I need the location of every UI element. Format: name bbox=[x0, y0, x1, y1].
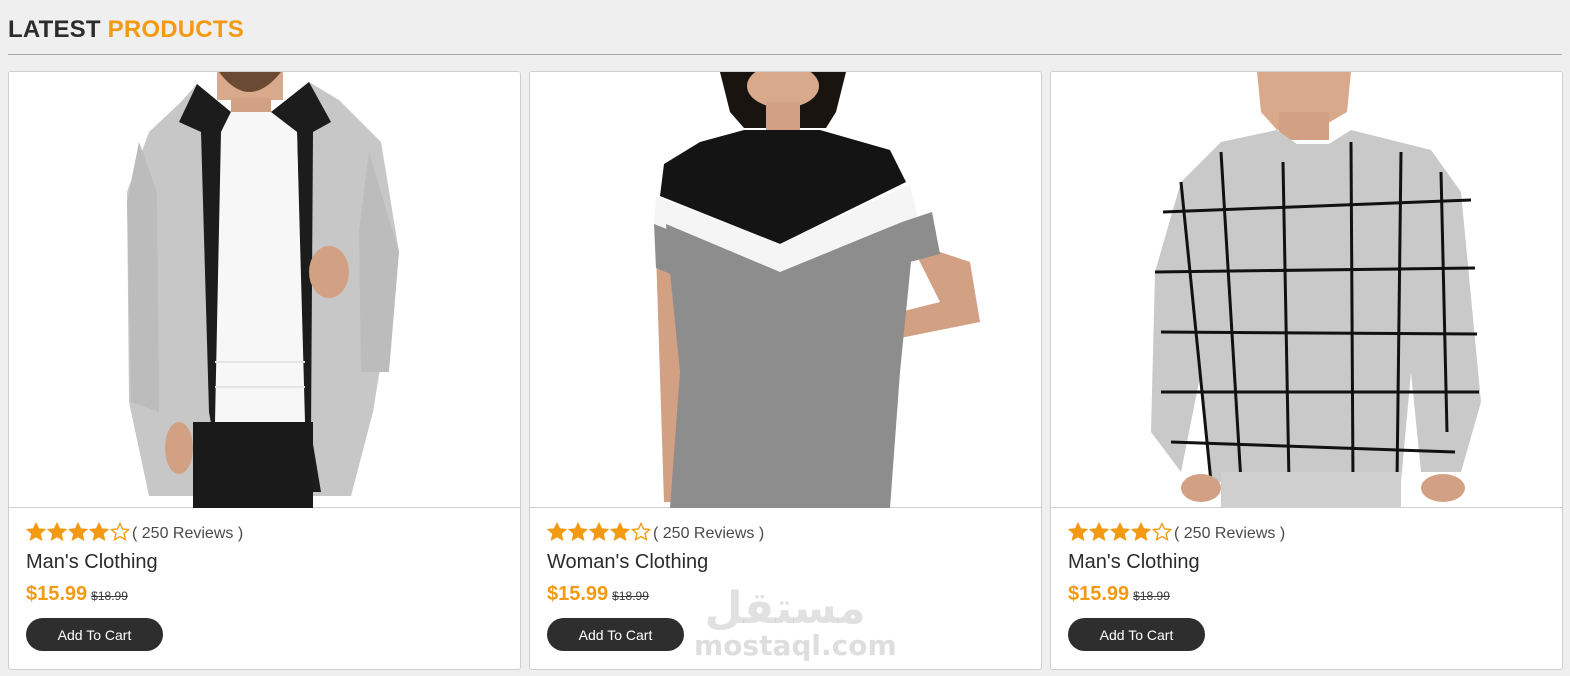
price-row: $15.99 $18.99 bbox=[26, 583, 503, 606]
section-title: LATEST PRODUCTS bbox=[8, 14, 1562, 46]
star-outline-icon bbox=[1152, 521, 1172, 541]
star-filled-icon bbox=[1131, 521, 1151, 541]
product-old-price: $18.99 bbox=[91, 589, 128, 603]
man-grid-sweater-photo bbox=[1151, 72, 1481, 508]
woman-tshirt-dress-photo bbox=[654, 72, 980, 508]
product-image[interactable] bbox=[1051, 72, 1562, 508]
review-count: ( 250 Reviews ) bbox=[653, 525, 765, 542]
star-filled-icon bbox=[547, 521, 567, 541]
star-filled-icon bbox=[1089, 521, 1109, 541]
section-title-main: LATEST bbox=[8, 16, 101, 43]
star-filled-icon bbox=[47, 521, 67, 541]
star-filled-icon bbox=[568, 521, 588, 541]
product-name[interactable]: Man's Clothing bbox=[1068, 549, 1545, 575]
star-filled-icon bbox=[1110, 521, 1130, 541]
star-rating: ( 250 Reviews ) bbox=[1068, 521, 1545, 547]
product-image[interactable] bbox=[530, 72, 1041, 508]
man-cardigan-photo bbox=[127, 72, 399, 508]
add-to-cart-button[interactable]: Add To Cart bbox=[26, 618, 163, 651]
product-name[interactable]: Woman's Clothing bbox=[547, 549, 1024, 575]
product-card[interactable]: ( 250 Reviews ) Man's Clothing $15.99 $1… bbox=[1050, 71, 1563, 670]
star-rating: ( 250 Reviews ) bbox=[547, 521, 1024, 547]
star-filled-icon bbox=[89, 521, 109, 541]
review-count: ( 250 Reviews ) bbox=[132, 525, 244, 542]
product-card[interactable]: ( 250 Reviews ) Man's Clothing $15.99 $1… bbox=[8, 71, 521, 670]
product-name[interactable]: Man's Clothing bbox=[26, 549, 503, 575]
product-price: $15.99 bbox=[26, 583, 88, 605]
product-card[interactable]: ( 250 Reviews ) Woman's Clothing $15.99 … bbox=[529, 71, 1042, 670]
star-filled-icon bbox=[26, 521, 46, 541]
star-filled-icon bbox=[610, 521, 630, 541]
stars bbox=[1068, 521, 1173, 547]
star-outline-icon bbox=[631, 521, 651, 541]
section-title-accent: PRODUCTS bbox=[107, 16, 244, 43]
star-filled-icon bbox=[1068, 521, 1088, 541]
star-filled-icon bbox=[589, 521, 609, 541]
product-price: $15.99 bbox=[547, 583, 609, 605]
price-row: $15.99 $18.99 bbox=[1068, 583, 1545, 606]
stars bbox=[26, 521, 131, 547]
star-filled-icon bbox=[68, 521, 88, 541]
review-count: ( 250 Reviews ) bbox=[1174, 525, 1286, 542]
add-to-cart-button[interactable]: Add To Cart bbox=[1068, 618, 1205, 651]
stars bbox=[547, 521, 652, 547]
add-to-cart-button[interactable]: Add To Cart bbox=[547, 618, 684, 651]
product-image[interactable] bbox=[9, 72, 520, 508]
product-old-price: $18.99 bbox=[1133, 589, 1170, 603]
section-header: LATEST PRODUCTS bbox=[8, 14, 1562, 55]
product-old-price: $18.99 bbox=[612, 589, 649, 603]
star-rating: ( 250 Reviews ) bbox=[26, 521, 503, 547]
product-price: $15.99 bbox=[1068, 583, 1130, 605]
star-outline-icon bbox=[110, 521, 130, 541]
price-row: $15.99 $18.99 bbox=[547, 583, 1024, 606]
